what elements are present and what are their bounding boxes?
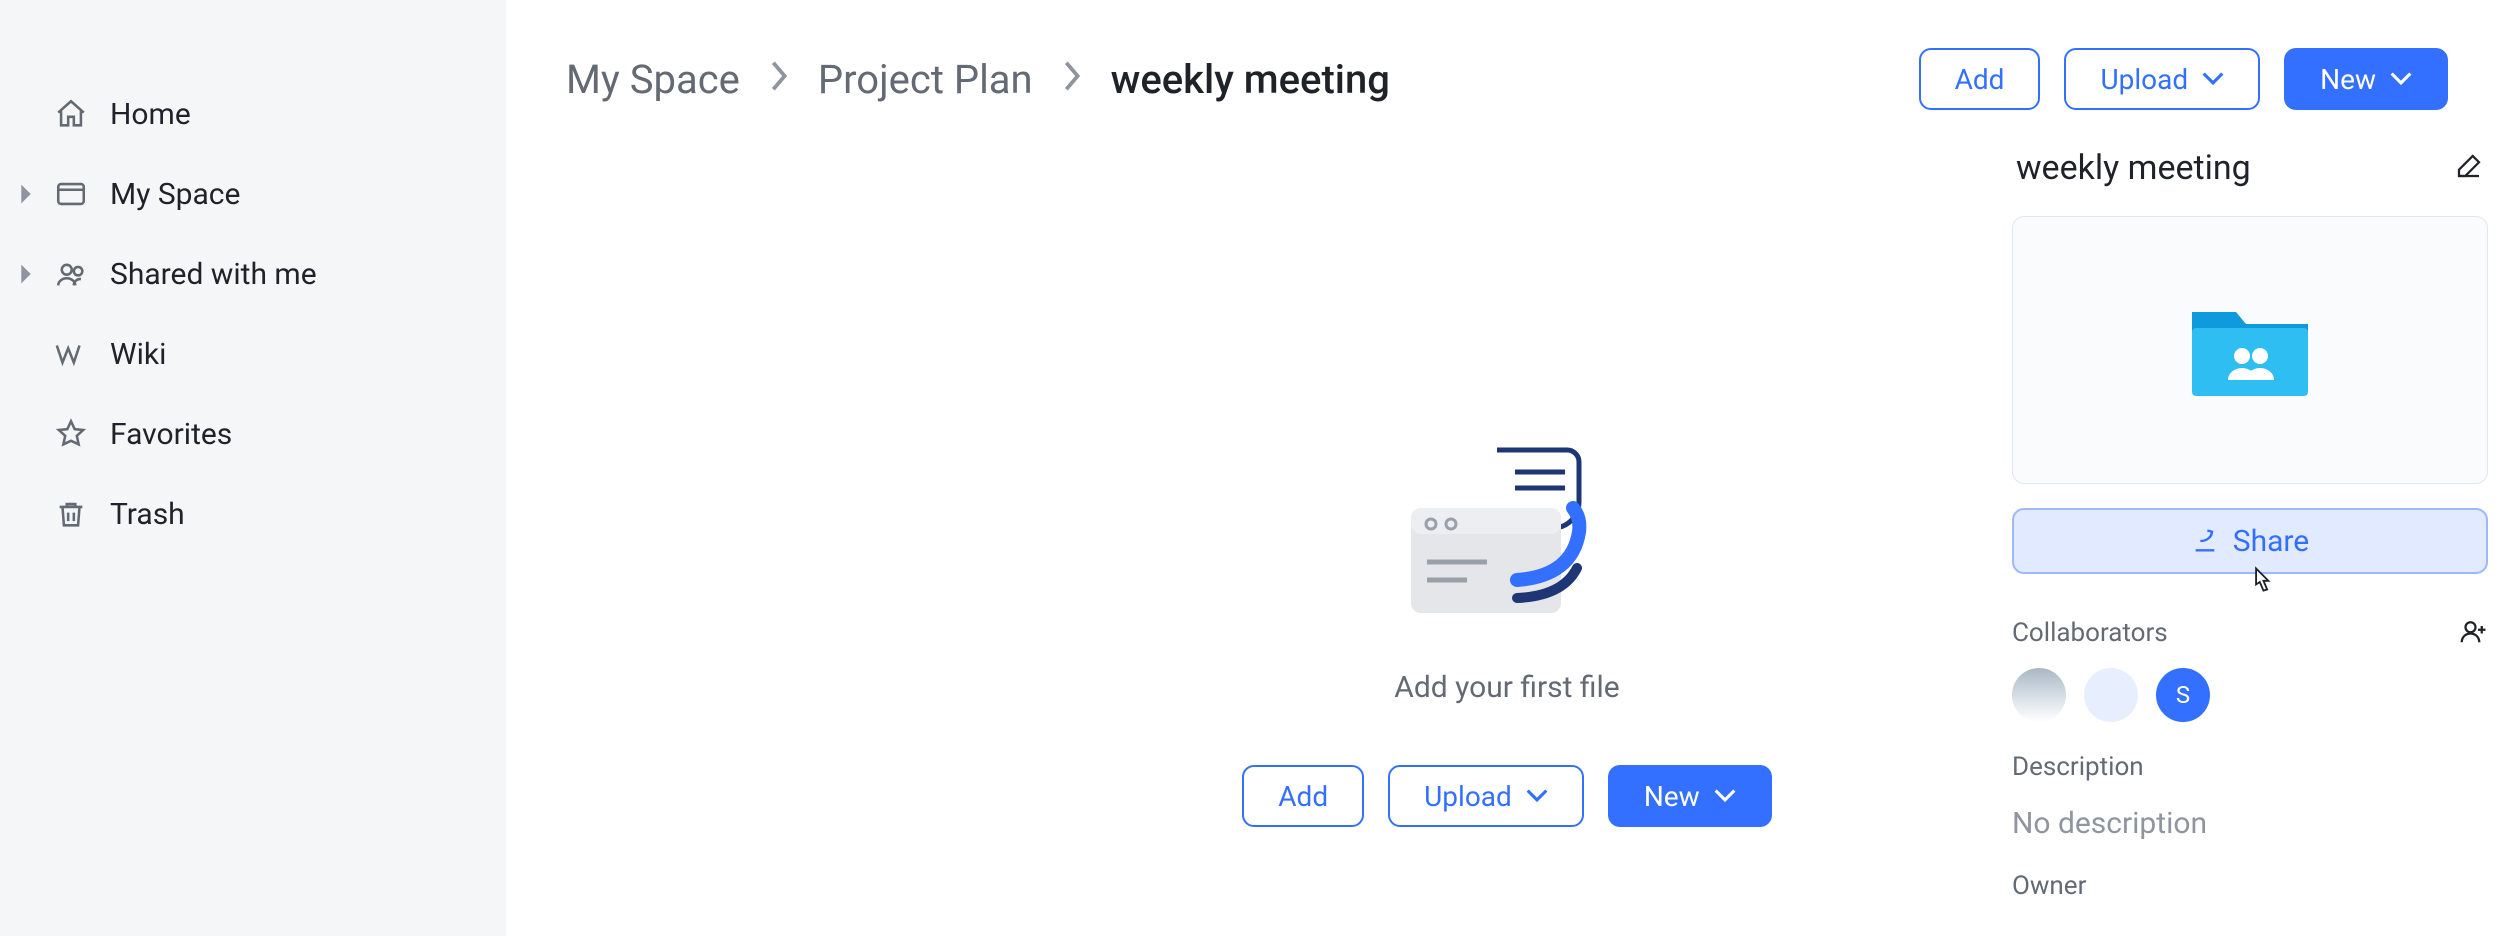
- sidebar-item-label: Trash: [110, 497, 185, 532]
- home-icon: [54, 97, 88, 131]
- button-label: New: [1644, 780, 1700, 813]
- details-panel: weekly meeting: [2012, 148, 2488, 919]
- avatar[interactable]: [2012, 668, 2066, 722]
- breadcrumb-current: weekly meeting: [1111, 56, 1390, 103]
- section-label: Description: [2012, 752, 2488, 782]
- add-button[interactable]: Add: [1242, 765, 1364, 827]
- app-root: Home My Space Shared with me: [0, 0, 2508, 936]
- chevron-down-icon: [2390, 72, 2412, 86]
- wiki-icon: [54, 337, 88, 371]
- top-actions: Add Upload New: [1919, 48, 2448, 110]
- trash-icon: [54, 497, 88, 531]
- section-label: Collaborators: [2012, 618, 2168, 648]
- breadcrumb-item[interactable]: Project Plan: [818, 56, 1033, 103]
- button-label: Upload: [1424, 780, 1512, 813]
- shared-folder-icon: [2186, 294, 2314, 406]
- empty-illustration-icon: [1377, 430, 1637, 630]
- avatar[interactable]: [2084, 668, 2138, 722]
- new-button[interactable]: New: [1608, 765, 1772, 827]
- button-label: Share: [2233, 524, 2309, 559]
- collaborator-avatars: S: [2012, 668, 2488, 722]
- share-button[interactable]: Share: [2012, 508, 2488, 574]
- sidebar-item-my-space[interactable]: My Space: [0, 154, 506, 234]
- details-title: weekly meeting: [2016, 148, 2251, 188]
- breadcrumb: My Space Project Plan weekly meeting: [566, 56, 1390, 103]
- topbar: My Space Project Plan weekly meeting Add…: [566, 48, 2448, 110]
- star-icon: [54, 417, 88, 451]
- empty-actions: Add Upload New: [1242, 765, 1771, 827]
- breadcrumb-item[interactable]: My Space: [566, 56, 740, 103]
- button-label: Add: [1955, 63, 2005, 96]
- sidebar-item-trash[interactable]: Trash: [0, 474, 506, 554]
- add-button[interactable]: Add: [1919, 48, 2041, 110]
- pointer-cursor-icon: [2246, 566, 2276, 606]
- button-label: Upload: [2100, 63, 2188, 96]
- button-label: New: [2320, 63, 2376, 96]
- upload-button[interactable]: Upload: [2064, 48, 2260, 110]
- main: My Space Project Plan weekly meeting Add…: [506, 0, 2508, 936]
- sidebar: Home My Space Shared with me: [0, 0, 506, 936]
- sidebar-item-home[interactable]: Home: [0, 74, 506, 154]
- avatar[interactable]: S: [2156, 668, 2210, 722]
- expand-caret[interactable]: [16, 183, 36, 205]
- edit-icon[interactable]: [2454, 151, 2484, 185]
- people-icon: [54, 257, 88, 291]
- new-button[interactable]: New: [2284, 48, 2448, 110]
- sidebar-item-label: Favorites: [110, 417, 232, 452]
- button-label: Add: [1278, 780, 1328, 813]
- chevron-down-icon: [1526, 789, 1548, 803]
- sidebar-item-label: Wiki: [110, 337, 166, 372]
- add-collaborator-icon[interactable]: [2458, 616, 2488, 650]
- empty-state: Add your first file Add Upload New: [1157, 430, 1857, 827]
- chevron-down-icon: [1714, 789, 1736, 803]
- folder-thumbnail: [2012, 216, 2488, 484]
- upload-button[interactable]: Upload: [1388, 765, 1584, 827]
- sidebar-item-wiki[interactable]: Wiki: [0, 314, 506, 394]
- sidebar-item-shared[interactable]: Shared with me: [0, 234, 506, 314]
- empty-caption: Add your first file: [1394, 670, 1619, 705]
- chevron-right-icon: [1061, 56, 1083, 103]
- description-value: No description: [2012, 806, 2488, 841]
- details-header: weekly meeting: [2012, 148, 2488, 188]
- sidebar-item-label: My Space: [110, 177, 240, 212]
- sidebar-item-label: Shared with me: [110, 257, 317, 292]
- sidebar-item-label: Home: [110, 97, 191, 132]
- chevron-right-icon: [768, 56, 790, 103]
- section-label: Owner: [2012, 871, 2488, 901]
- sidebar-item-favorites[interactable]: Favorites: [0, 394, 506, 474]
- chevron-down-icon: [2202, 72, 2224, 86]
- expand-caret[interactable]: [16, 263, 36, 285]
- collaborators-header: Collaborators: [2012, 616, 2488, 650]
- space-icon: [54, 177, 88, 211]
